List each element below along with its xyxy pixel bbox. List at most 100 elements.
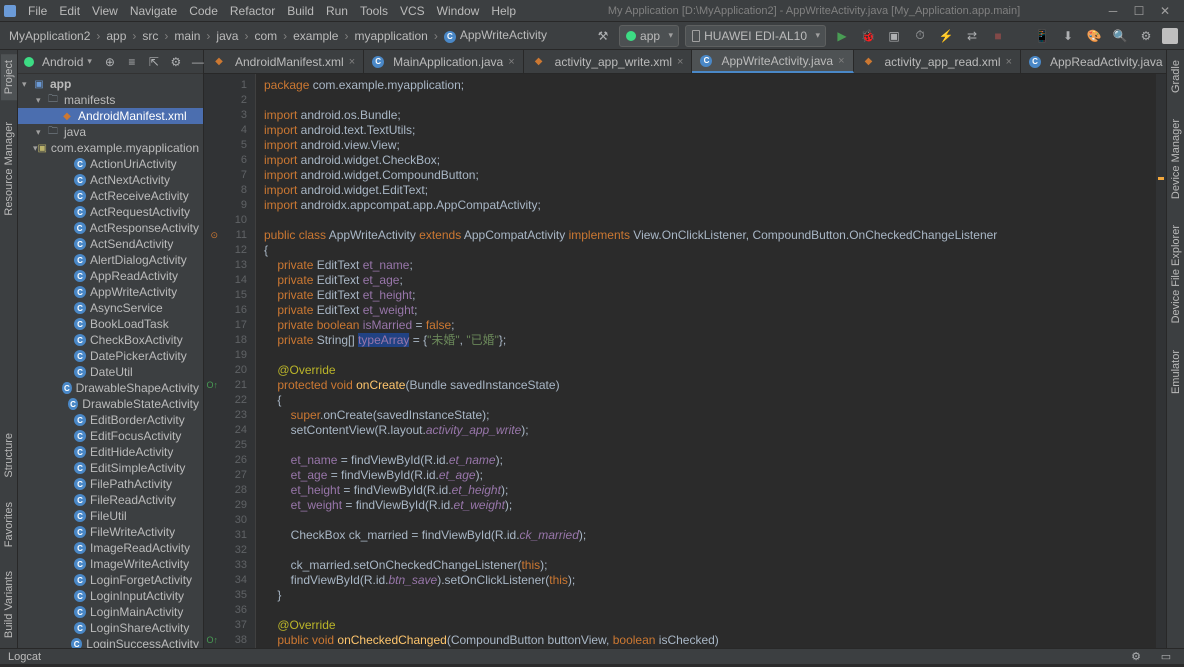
tab-close-icon[interactable]: × [677, 56, 683, 68]
code-line[interactable]: et_height = findViewById(R.id.et_height)… [264, 483, 1156, 498]
breadcrumb-item[interactable]: CAppWriteActivity [441, 27, 550, 44]
collapse-all-icon[interactable]: ⇱ [144, 52, 164, 72]
resource-manager-tool-tab[interactable]: Resource Manager [1, 116, 17, 222]
project-tool-tab[interactable]: Project [1, 54, 17, 100]
code-line[interactable]: import android.widget.CheckBox; [264, 153, 1156, 168]
editor-tab[interactable]: ◆activity_app_read.xml× [854, 50, 1022, 73]
tab-close-icon[interactable]: × [349, 56, 355, 68]
debug-button[interactable]: 🐞 [858, 26, 878, 46]
select-opened-file-icon[interactable]: ⊕ [100, 52, 120, 72]
tree-item[interactable]: CActionUriActivity [18, 156, 203, 172]
breadcrumb-item[interactable]: com [251, 28, 280, 44]
device-file-explorer-tool-tab[interactable]: Device File Explorer [1168, 219, 1184, 329]
tree-item[interactable]: CFileUtil [18, 508, 203, 524]
code-line[interactable]: ck_married.setOnCheckedChangeListener(th… [264, 558, 1156, 573]
build-hammer-icon[interactable]: ⚒ [593, 26, 613, 46]
menu-navigate[interactable]: Navigate [124, 2, 183, 20]
favorites-tool-tab[interactable]: Favorites [1, 496, 17, 553]
menu-edit[interactable]: Edit [53, 2, 86, 20]
tree-item[interactable]: CLoginSuccessActivity [18, 636, 203, 648]
code-line[interactable]: setContentView(R.layout.activity_app_wri… [264, 423, 1156, 438]
tree-item[interactable]: CAlertDialogActivity [18, 252, 203, 268]
editor-tab[interactable]: ◆activity_app_write.xml× [524, 50, 693, 73]
device-manager-tool-tab[interactable]: Device Manager [1168, 113, 1184, 205]
tree-item[interactable]: CDateUtil [18, 364, 203, 380]
structure-tool-tab[interactable]: Structure [1, 427, 17, 484]
tree-item[interactable]: CEditSimpleActivity [18, 460, 203, 476]
tree-item[interactable]: CLoginShareActivity [18, 620, 203, 636]
editor-tab[interactable]: ◆AndroidManifest.xml× [204, 50, 364, 73]
code-line[interactable]: import android.view.View; [264, 138, 1156, 153]
code-line[interactable]: { [264, 243, 1156, 258]
tree-item[interactable]: CImageReadActivity [18, 540, 203, 556]
code-line[interactable]: private EditText et_height; [264, 288, 1156, 303]
code-line[interactable]: import android.widget.EditText; [264, 183, 1156, 198]
tree-item[interactable]: CCheckBoxActivity [18, 332, 203, 348]
tree-item[interactable]: CAsyncService [18, 300, 203, 316]
code-line[interactable]: import androidx.appcompat.app.AppCompatA… [264, 198, 1156, 213]
avd-manager-icon[interactable]: 📱 [1032, 26, 1052, 46]
code-line[interactable]: import android.widget.CompoundButton; [264, 168, 1156, 183]
code-line[interactable]: import android.text.TextUtils; [264, 123, 1156, 138]
menu-help[interactable]: Help [485, 2, 522, 20]
code-line[interactable]: package com.example.myapplication; [264, 78, 1156, 93]
code-line[interactable]: private EditText et_weight; [264, 303, 1156, 318]
menu-file[interactable]: File [22, 2, 53, 20]
menu-code[interactable]: Code [183, 2, 224, 20]
tree-item[interactable]: CLoginInputActivity [18, 588, 203, 604]
tree-item[interactable]: CEditBorderActivity [18, 412, 203, 428]
run-config-selector[interactable]: app [619, 25, 679, 47]
maximize-button[interactable]: ☐ [1132, 4, 1146, 18]
gradle-tool-tab[interactable]: Gradle [1168, 54, 1184, 99]
menu-vcs[interactable]: VCS [394, 2, 431, 20]
code-line[interactable]: private boolean isMarried = false; [264, 318, 1156, 333]
tree-item[interactable]: ▾🗀manifests [18, 92, 203, 108]
tree-item[interactable]: CFileReadActivity [18, 492, 203, 508]
sdk-manager-icon[interactable]: ⬇ [1058, 26, 1078, 46]
tab-close-icon[interactable]: × [838, 55, 844, 67]
code-line[interactable] [264, 93, 1156, 108]
resource-manager-icon[interactable]: 🎨 [1084, 26, 1104, 46]
build-variants-tool-tab[interactable]: Build Variants [1, 565, 17, 644]
breadcrumb-item[interactable]: src [139, 28, 161, 44]
breadcrumb-item[interactable]: example [290, 28, 341, 44]
run-button[interactable]: ▶ [832, 26, 852, 46]
code-line[interactable]: } [264, 588, 1156, 603]
error-stripe[interactable] [1156, 74, 1166, 648]
tree-item[interactable]: CActRequestActivity [18, 204, 203, 220]
user-icon[interactable] [1162, 28, 1178, 44]
code-line[interactable]: protected void onCreate(Bundle savedInst… [264, 378, 1156, 393]
tree-item[interactable]: CImageWriteActivity [18, 556, 203, 572]
breadcrumb-item[interactable]: main [171, 28, 203, 44]
search-icon[interactable]: 🔍 [1110, 26, 1130, 46]
tree-item[interactable]: CLoginMainActivity [18, 604, 203, 620]
tree-item[interactable]: CEditHideActivity [18, 444, 203, 460]
code-line[interactable]: et_age = findViewById(R.id.et_age); [264, 468, 1156, 483]
code-line[interactable]: CheckBox ck_married = findViewById(R.id.… [264, 528, 1156, 543]
editor-tab[interactable]: CAppWriteActivity.java× [692, 50, 853, 73]
warning-marker[interactable] [1158, 177, 1164, 180]
tree-item[interactable]: ◆AndroidManifest.xml [18, 108, 203, 124]
menu-window[interactable]: Window [431, 2, 486, 20]
breadcrumb-item[interactable]: app [103, 28, 129, 44]
code-line[interactable]: findViewById(R.id.btn_save).setOnClickLi… [264, 573, 1156, 588]
tree-item[interactable]: CEditFocusActivity [18, 428, 203, 444]
code-line[interactable]: et_weight = findViewById(R.id.et_weight)… [264, 498, 1156, 513]
menu-view[interactable]: View [86, 2, 124, 20]
coverage-button[interactable]: ▣ [884, 26, 904, 46]
gutter[interactable]: 1234567891011⊙12131415161718192021O↑2223… [204, 74, 256, 648]
tree-item[interactable]: CAppWriteActivity [18, 284, 203, 300]
project-view-selector[interactable]: Android ▾ [24, 55, 92, 69]
tree-item[interactable]: CBookLoadTask [18, 316, 203, 332]
device-selector[interactable]: HUAWEI EDI-AL10 [685, 25, 826, 47]
code-line[interactable]: et_name = findViewById(R.id.et_name); [264, 453, 1156, 468]
code-line[interactable]: @Override [264, 363, 1156, 378]
tree-item[interactable]: CDrawableStateActivity [18, 396, 203, 412]
code-line[interactable] [264, 603, 1156, 618]
tree-item[interactable]: ▾🗀java [18, 124, 203, 140]
expand-all-icon[interactable]: ≡ [122, 52, 142, 72]
close-button[interactable]: ✕ [1158, 4, 1172, 18]
breadcrumb-item[interactable]: java [213, 28, 241, 44]
usage-gutter-icon[interactable]: ⊙ [206, 228, 218, 240]
editor-tab[interactable]: CAppReadActivity.java× [1021, 50, 1166, 73]
